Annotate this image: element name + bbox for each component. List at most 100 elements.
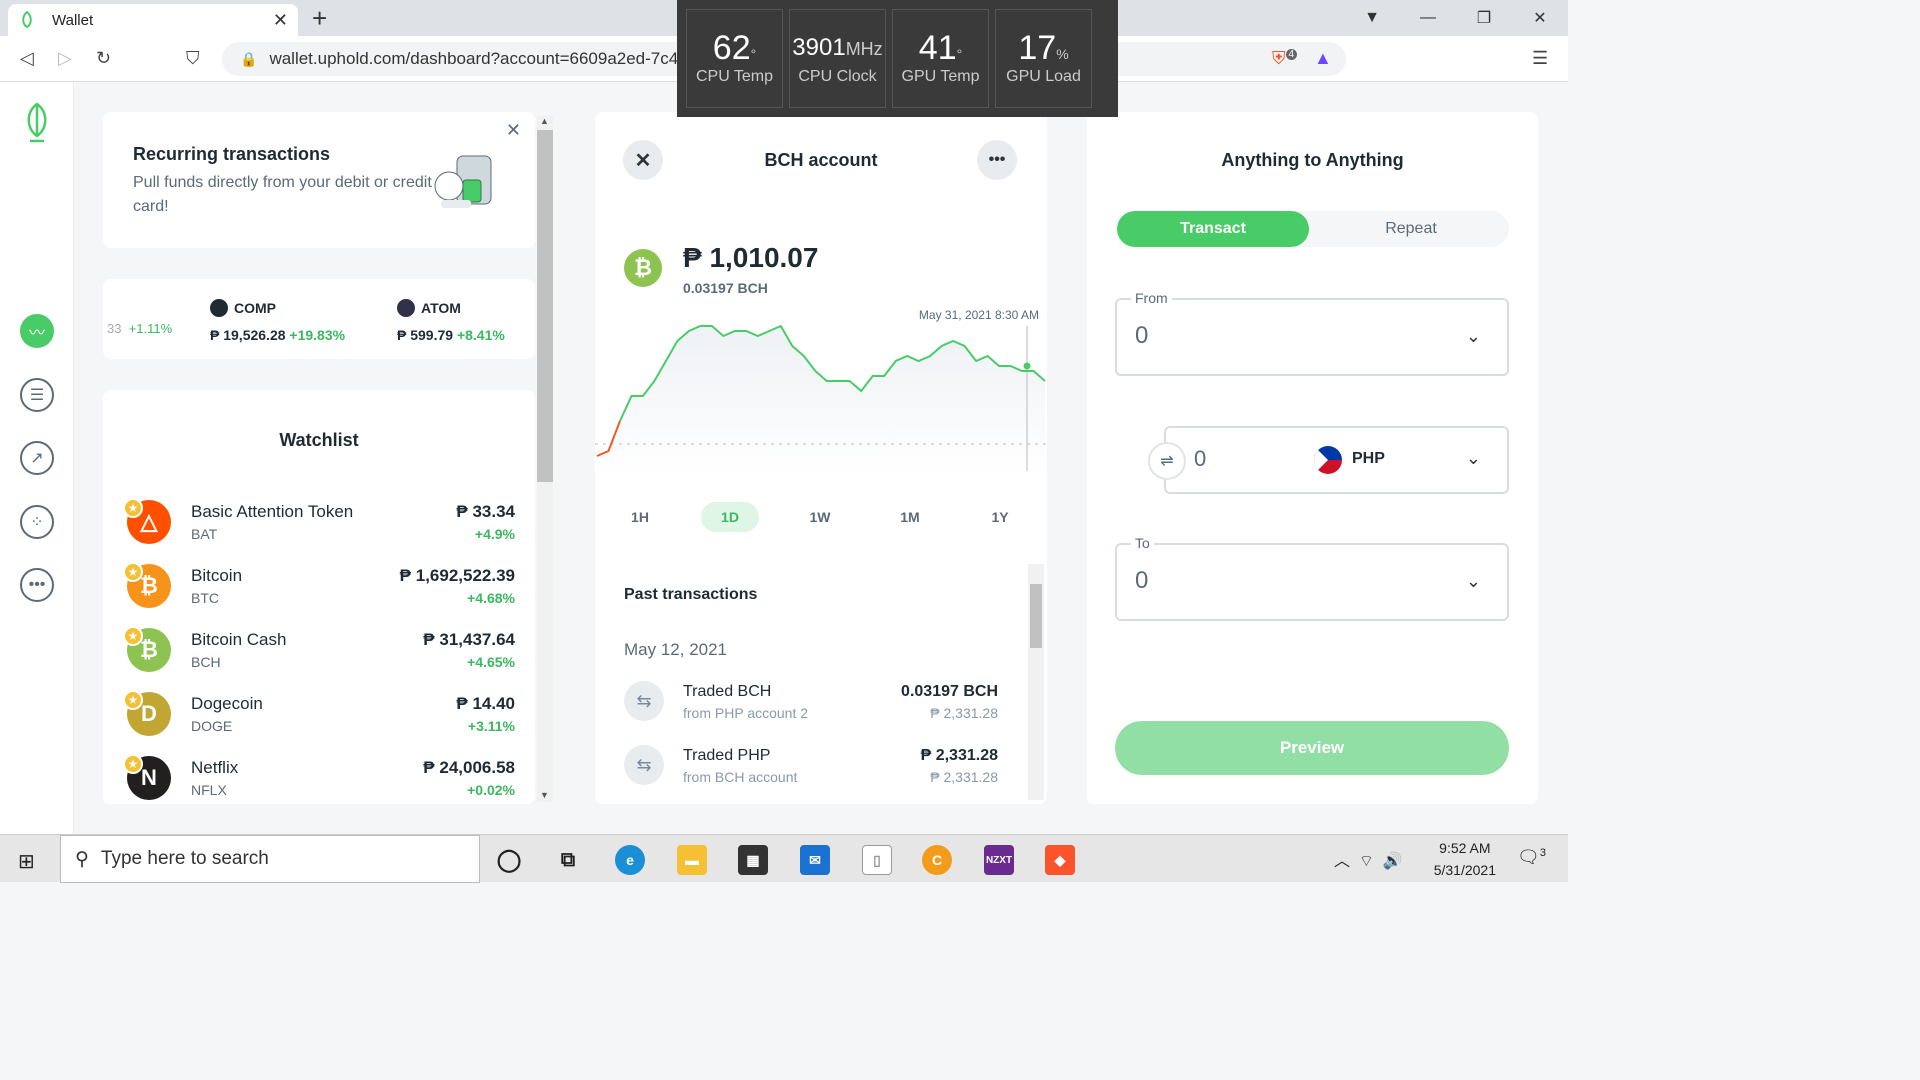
more-options-button[interactable]: ••• — [977, 140, 1017, 180]
window-close-button[interactable]: ✕ — [1512, 8, 1568, 28]
cortana-icon[interactable]: ◯ — [494, 845, 524, 875]
store-icon[interactable]: ▦ — [738, 845, 768, 875]
coin-symbol: DOGE — [191, 718, 233, 734]
task-view-icon[interactable]: ⧉ — [553, 845, 583, 875]
ticker-item[interactable]: 33 +1.11% — [107, 293, 172, 336]
menu-icon[interactable]: ☰ — [1532, 48, 1548, 69]
range-button-1h[interactable]: 1H — [611, 502, 669, 532]
close-tab-icon[interactable]: ✕ — [273, 10, 288, 31]
chart-cursor-point — [1023, 362, 1031, 370]
watchlist-row[interactable]: D ★ Dogecoin DOGE ₱ 14.40 +3.11% — [123, 690, 515, 742]
nzxt-icon[interactable]: NZXT — [984, 845, 1014, 875]
range-button-1d[interactable]: 1D — [701, 502, 759, 532]
system-tray-icons[interactable]: ︿ ⌔ 🔊 — [1334, 847, 1403, 871]
document-icon[interactable]: ▯ — [862, 845, 892, 875]
notifications-icon[interactable]: 🗨3 — [1517, 847, 1546, 868]
star-icon[interactable]: ★ — [123, 690, 143, 710]
watchlist-card: Watchlist △ ★ Basic Attention Token BAT ₱ 33… — [103, 390, 535, 804]
swap-arrows-icon: ⇆ — [624, 681, 664, 721]
range-button-1w[interactable]: 1W — [791, 502, 849, 532]
hud-cpu-clock: 3901MHz CPU Clock — [789, 9, 886, 108]
tab-search-icon[interactable]: ▼ — [1344, 9, 1400, 27]
coin-price: ₱ 31,437.64 — [423, 630, 515, 649]
left-scrollbar[interactable]: ▲ ▼ — [537, 116, 553, 802]
account-balance: ₱ 1,010.07 — [683, 242, 819, 273]
star-icon[interactable]: ★ — [123, 754, 143, 774]
forward-icon[interactable]: ▷ — [58, 48, 72, 69]
coin-change: +0.02% — [467, 782, 515, 798]
ticker-item[interactable]: ATOM ₱ 599.79 +8.41% — [397, 299, 505, 343]
bookmark-icon[interactable]: ⛉ — [186, 48, 200, 69]
taskbar-clock[interactable]: 9:52 AM 5/31/2021 — [1434, 837, 1496, 881]
atom-icon — [397, 299, 415, 317]
tab-repeat[interactable]: Repeat — [1313, 211, 1509, 247]
currency-label: PHP — [1352, 450, 1385, 467]
lock-icon: 🔒 — [240, 50, 258, 67]
windows-start-icon[interactable]: ⊞ — [18, 849, 35, 874]
brave-icon[interactable]: ◆ — [1045, 845, 1075, 875]
recurring-transactions-card[interactable]: Recurring transactions Pull funds direct… — [103, 112, 535, 248]
brave-shield-icon[interactable]: ⛨ 4 — [1272, 48, 1298, 69]
crypto-balance: 0.03197 BCH — [683, 280, 768, 296]
transaction-row[interactable]: ⇆ Traded PHP from BCH account ₱ 2,331.28 ₱ 2… — [624, 745, 998, 795]
coin-symbol: BCH — [191, 654, 221, 670]
from-value: 0 — [1135, 322, 1149, 349]
swap-icon[interactable]: ⇌ — [1148, 442, 1186, 480]
to-label: To — [1131, 535, 1154, 551]
watchlist-row[interactable]: N ★ Netflix NFLX ₱ 24,006.58 +0.02% — [123, 754, 515, 804]
convert-title: Anything to Anything — [1221, 150, 1404, 170]
coin-change: +4.68% — [467, 590, 515, 606]
restore-button[interactable]: ❐ — [1456, 8, 1512, 28]
mail-icon[interactable]: ✉ — [800, 845, 830, 875]
browser-tab[interactable]: Wallet ✕ — [8, 4, 298, 36]
uphold-logo-icon — [18, 11, 36, 29]
taskbar-search[interactable]: ⚲ Type here to search — [60, 835, 480, 883]
coin-price: ₱ 33.34 — [456, 502, 515, 521]
from-field[interactable]: From 0 ⌄ — [1115, 290, 1509, 376]
watchlist-row[interactable]: ₿ ★ Bitcoin BTC ₱ 1,692,522.39 +4.68% — [123, 562, 515, 614]
range-button-1m[interactable]: 1M — [881, 502, 939, 532]
preview-button[interactable]: Preview — [1115, 721, 1509, 775]
app-sidebar: 〰 ☰ ↗ ⁘ ••• — [0, 82, 74, 834]
swap-arrows-icon: ⇆ — [624, 745, 664, 785]
coin-price: ₱ 1,692,522.39 — [399, 566, 515, 585]
hud-gpu-temp: 41° GPU Temp — [892, 9, 989, 108]
watchlist-row[interactable]: ₿ ★ Bitcoin Cash BCH ₱ 31,437.64 +4.65% — [123, 626, 515, 678]
transaction-row[interactable]: ⇆ Traded BCH from PHP account 2 0.03197 BCH… — [624, 681, 998, 731]
ticker-item[interactable]: COMP ₱ 19,526.28 +19.83% — [210, 299, 345, 343]
new-tab-button[interactable]: + — [312, 4, 327, 32]
close-icon[interactable]: ✕ — [506, 120, 521, 141]
coin-app-icon[interactable]: C — [922, 845, 952, 875]
chevron-down-icon[interactable]: ⌄ — [1466, 326, 1481, 347]
star-icon[interactable]: ★ — [123, 498, 143, 518]
range-button-1y[interactable]: 1Y — [971, 502, 1029, 532]
transactions-icon[interactable]: ☰ — [20, 378, 54, 412]
amount-field[interactable]: 0 PHP ⌄ — [1164, 426, 1509, 494]
to-field[interactable]: To 0 ⌄ — [1115, 535, 1509, 621]
transaction-date: May 12, 2021 — [624, 640, 728, 659]
coin-symbol: BTC — [191, 590, 219, 606]
edge-icon[interactable]: e — [615, 845, 645, 875]
coin-name: Dogecoin — [191, 694, 263, 713]
star-icon[interactable]: ★ — [123, 562, 143, 582]
back-icon[interactable]: ◁ — [20, 48, 34, 69]
file-explorer-icon[interactable]: ▬ — [677, 845, 707, 875]
uphold-logo[interactable] — [20, 100, 54, 149]
transaction-amount: ₱ 2,331.28 — [920, 747, 998, 764]
brave-rewards-icon[interactable]: ▲ — [1314, 48, 1332, 69]
chevron-down-icon[interactable]: ⌄ — [1466, 571, 1481, 592]
transaction-title: Traded BCH — [683, 683, 772, 700]
price-chart[interactable] — [595, 316, 1047, 476]
activity-icon[interactable]: 〰 — [20, 314, 54, 348]
more-icon[interactable]: ••• — [20, 568, 54, 602]
minimize-button[interactable]: — — [1400, 9, 1456, 27]
panel-scrollbar[interactable] — [1028, 564, 1044, 800]
markets-icon[interactable]: ↗ — [20, 441, 54, 475]
hud-gpu-load: 17% GPU Load — [995, 9, 1092, 108]
star-icon[interactable]: ★ — [123, 626, 143, 646]
reload-icon[interactable]: ↻ — [96, 48, 111, 69]
portfolio-icon[interactable]: ⁘ — [20, 505, 54, 539]
watchlist-row[interactable]: △ ★ Basic Attention Token BAT ₱ 33.34 +4.9% — [123, 498, 515, 550]
chevron-down-icon[interactable]: ⌄ — [1466, 448, 1481, 469]
tab-transact[interactable]: Transact — [1117, 211, 1309, 247]
